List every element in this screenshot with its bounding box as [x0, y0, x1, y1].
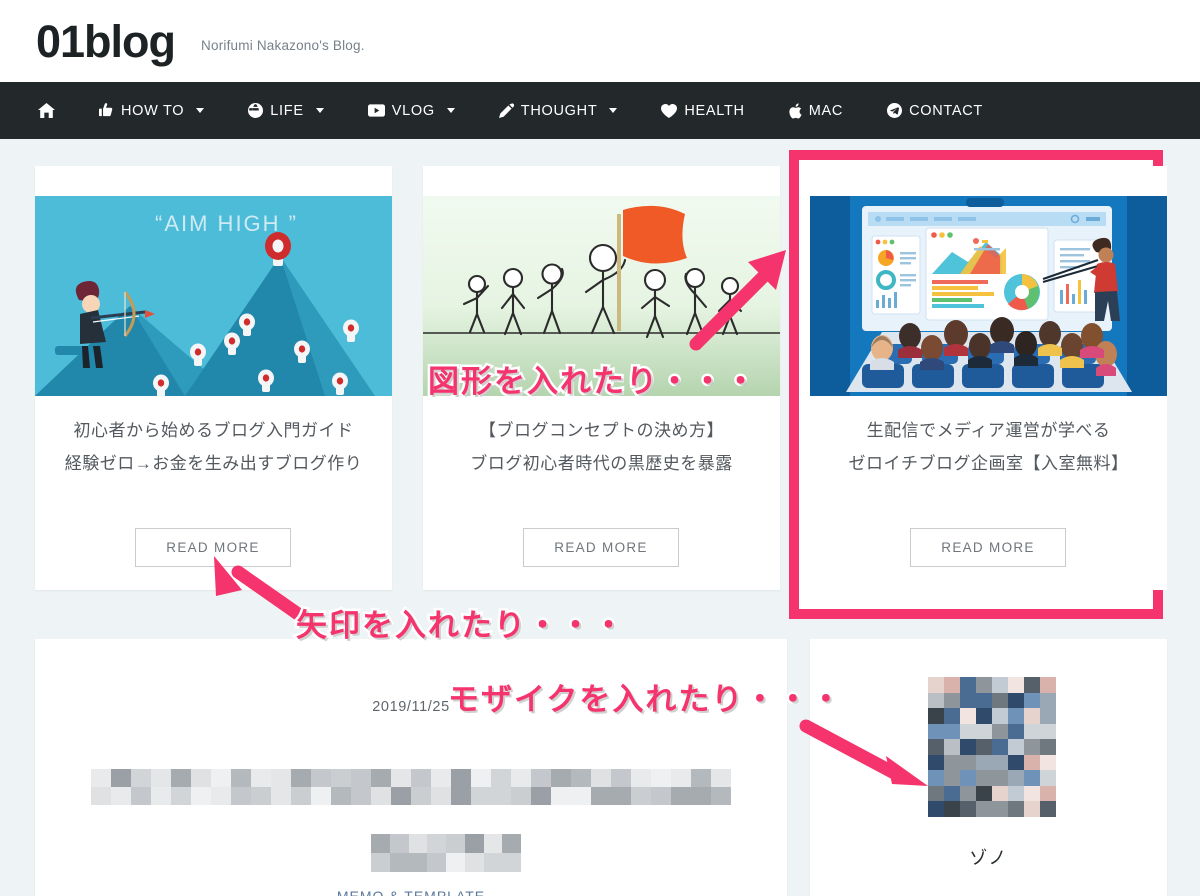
seminar-illustration — [810, 196, 1167, 396]
page-root: 01blog Norifumi Nakazono's Blog. HOW TO … — [0, 0, 1200, 896]
nav-item-how-to[interactable]: HOW TO — [99, 82, 205, 139]
nav-item-life[interactable]: LIFE — [248, 82, 324, 139]
post-card[interactable]: 生配信でメディア運営が学べる ゼロイチブログ企画室【入室無料】 READ MOR… — [810, 166, 1167, 590]
read-more-button[interactable]: READ MORE — [135, 528, 291, 567]
nav-item-contact[interactable]: CONTACT — [887, 82, 983, 139]
globe-icon — [248, 103, 264, 118]
home-icon — [38, 103, 55, 118]
chevron-down-icon — [446, 108, 455, 113]
post-title-line1: 生配信でメディア運営が学べる — [866, 421, 1111, 440]
read-more-button[interactable]: READ MORE — [523, 528, 679, 567]
apple-icon — [789, 102, 802, 119]
youtube-icon — [367, 104, 385, 117]
post-title-line2: ゼロイチブログ企画室【入室無料】 — [848, 454, 1129, 474]
nav-item-mac[interactable]: MAC — [789, 82, 843, 139]
telegram-icon — [887, 103, 903, 118]
read-more-button[interactable]: READ MORE — [910, 528, 1066, 567]
post-title-line2: ブログ初心者時代の黒歴史を暴露 — [470, 454, 733, 474]
nav-item-label: HOW TO — [121, 102, 185, 119]
site-tagline: Norifumi Nakazono's Blog. — [201, 37, 365, 53]
redacted-post-subtitle — [371, 834, 521, 872]
mosaic-annotation-text: モザイクを入れたり・・・ — [445, 680, 844, 721]
chevron-down-icon — [196, 108, 205, 113]
nav-item-label: LIFE — [270, 102, 304, 119]
arrow-annotation-text: 矢印を入れたり・・・ — [294, 606, 627, 647]
nav-item-label: CONTACT — [909, 102, 983, 119]
post-title-line2: 経験ゼロ→お金を生み出すブログ作り — [64, 454, 363, 474]
post-thumbnail[interactable]: “AIM HIGH ” — [35, 196, 392, 396]
author-card[interactable]: ゾノ — [810, 639, 1167, 896]
shape-annotation-text: 図形を入れたり・・・ — [426, 362, 759, 403]
nav-item-thought[interactable]: THOUGHT — [498, 82, 618, 139]
chevron-down-icon — [315, 108, 324, 113]
post-title-line1: 初心者から始めるブログ入門ガイド — [73, 421, 354, 440]
post-title[interactable]: 生配信でメディア運営が学べる ゼロイチブログ企画室【入室無料】 — [810, 414, 1167, 480]
post-title[interactable]: 【ブログコンセプトの決め方】 ブログ初心者時代の黒歴史を暴露 — [423, 414, 780, 480]
nav-item-vlog[interactable]: VLOG — [367, 82, 455, 139]
site-header: 01blog Norifumi Nakazono's Blog. — [0, 0, 1200, 82]
post-card[interactable]: “AIM HIGH ” 初心者から始めるブログ入門ガイド 経験ゼロ→お金を生み出… — [35, 166, 392, 590]
main-navigation: HOW TO LIFE VLOG THOUGHT HEALTH MAC CONT… — [0, 82, 1200, 139]
site-logo[interactable]: 01blog — [36, 19, 176, 64]
svg-text:“AIM HIGH ”: “AIM HIGH ” — [155, 211, 298, 236]
post-title-line1: 【ブログコンセプトの決め方】 — [479, 421, 724, 440]
nav-item-label: MAC — [808, 102, 844, 119]
heart-icon — [661, 103, 678, 118]
nav-item-label: HEALTH — [684, 102, 745, 119]
post-thumbnail[interactable] — [810, 196, 1167, 396]
post-title[interactable]: 初心者から始めるブログ入門ガイド 経験ゼロ→お金を生み出すブログ作り — [35, 414, 392, 480]
nav-item-home[interactable] — [38, 82, 55, 139]
author-name: ゾノ — [969, 848, 1008, 868]
nav-item-label: VLOG — [391, 102, 435, 119]
category-link[interactable]: MEMO & TEMPLATE — [35, 888, 787, 896]
redacted-post-title — [91, 769, 731, 805]
nav-item-health[interactable]: HEALTH — [661, 82, 744, 139]
nav-item-label: THOUGHT — [520, 102, 598, 119]
pencil-icon — [498, 103, 514, 118]
archer-illustration: “AIM HIGH ” — [35, 196, 392, 396]
thumbs-up-icon — [99, 103, 114, 118]
chevron-down-icon — [609, 108, 618, 113]
redacted-avatar — [928, 677, 1056, 817]
